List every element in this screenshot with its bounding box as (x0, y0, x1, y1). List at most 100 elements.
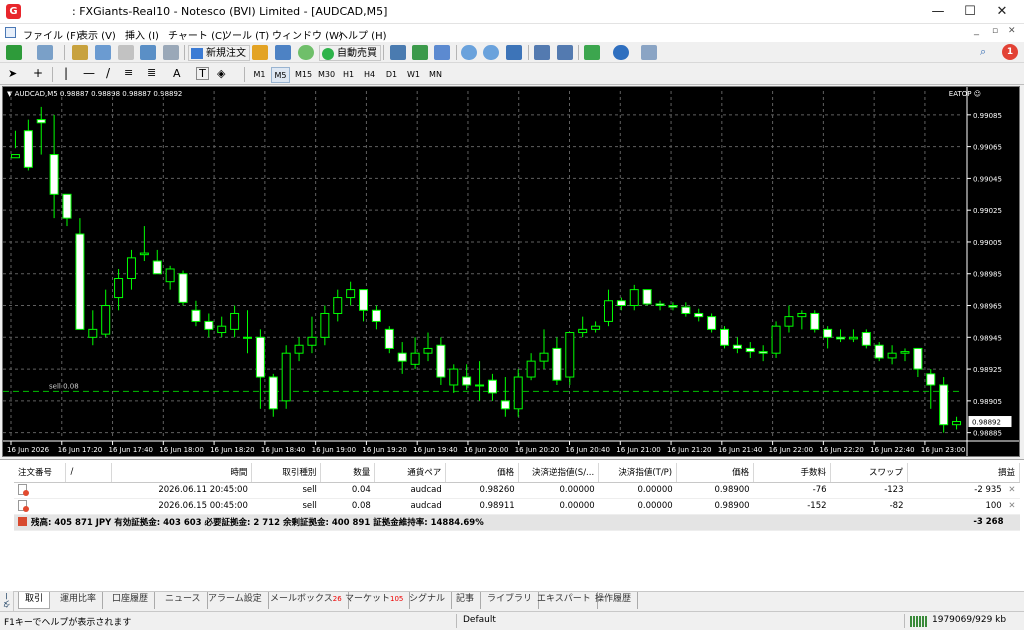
col-time[interactable]: 時間 (111, 463, 253, 483)
col-type[interactable]: 取引種別 (251, 463, 322, 483)
close-order-icon[interactable]: ✕ (1008, 501, 1015, 511)
order-take-profit[interactable]: 0.00000 (598, 482, 677, 499)
search-icon[interactable]: ⌕ (980, 45, 986, 59)
autoscroll-icon[interactable] (557, 45, 573, 60)
navigator-icon[interactable] (95, 45, 111, 60)
col-stop-loss[interactable]: 決済逆指値(S/... (518, 463, 600, 483)
tab-journal[interactable]: 操作履歴 (589, 592, 639, 609)
table-row[interactable]: 2026.06.15 00:45:00 sell 0.08 audcad 0.9… (14, 498, 1020, 515)
col-take-profit[interactable]: 決済指値(T/P) (598, 463, 678, 483)
shapes-icon[interactable]: ◈ (217, 67, 225, 80)
candle-body (359, 289, 369, 311)
vertical-line-icon[interactable]: | (64, 66, 68, 80)
col-open-price[interactable]: 価格 (445, 463, 520, 483)
candle-body (913, 347, 923, 370)
bar-chart-icon[interactable] (390, 45, 406, 60)
time-tick-label: 16 Jun 20:20 (515, 446, 559, 454)
terminal-icon[interactable] (140, 45, 156, 60)
close-button[interactable]: ✕ (986, 0, 1018, 24)
candle-body (36, 119, 46, 124)
timeframe-m30[interactable]: M30 (316, 67, 337, 83)
channel-icon[interactable]: ≡ (124, 66, 133, 79)
child-minimize-icon[interactable]: _ (974, 25, 979, 36)
price-chart[interactable]: ▼ AUDCAD,M5 0.98887 0.98898 0.98887 0.98… (2, 86, 1020, 457)
col-commission[interactable]: 手数料 (753, 463, 832, 483)
auto-trading-button[interactable]: 自動売買 (319, 45, 381, 61)
child-restore-icon[interactable]: ▫ (992, 26, 998, 36)
col-profit[interactable]: 損益 (907, 463, 1021, 483)
table-row[interactable]: 2026.06.11 20:45:00 sell 0.04 audcad 0.9… (14, 482, 1020, 499)
trendline-icon[interactable]: / (106, 66, 110, 80)
line-chart-icon[interactable] (434, 45, 450, 60)
signals-icon[interactable] (298, 45, 314, 60)
profiles-icon[interactable] (37, 45, 53, 60)
col-price[interactable]: 価格 (676, 463, 755, 483)
child-close-icon[interactable]: ✕ (1008, 26, 1016, 36)
tab-mailbox[interactable]: メールボックス26 (264, 592, 349, 609)
tab-signals[interactable]: シグナル (403, 592, 453, 609)
menu-file[interactable]: ファイル (F) (23, 27, 80, 42)
cursor-icon[interactable]: ➤ (8, 67, 17, 80)
close-order-icon[interactable]: ✕ (1008, 485, 1015, 495)
indicators-icon[interactable] (584, 45, 600, 60)
timeframe-d1[interactable]: D1 (382, 67, 401, 83)
data-window-icon[interactable] (118, 45, 134, 60)
candle-body (732, 344, 742, 349)
col-volume[interactable]: 数量 (320, 463, 376, 483)
document-icon[interactable] (5, 27, 16, 38)
candle-body (191, 309, 201, 322)
timeframe-h4[interactable]: H4 (360, 67, 379, 83)
maximize-button[interactable]: ☐ (954, 0, 986, 24)
notification-badge[interactable]: 1 (1002, 44, 1018, 60)
tab-trade[interactable]: 取引 (18, 592, 51, 609)
candlestick-icon[interactable] (412, 45, 428, 60)
market-watch-icon[interactable] (72, 45, 88, 60)
tab-news[interactable]: ニュース (159, 592, 208, 609)
text-icon[interactable]: A (173, 67, 181, 80)
order-stop-loss[interactable]: 0.00000 (518, 498, 599, 515)
col-swap[interactable]: スワップ (830, 463, 908, 483)
templates-icon[interactable] (641, 45, 657, 60)
col-symbol[interactable]: 通貨ペア (374, 463, 447, 483)
candle-body (371, 309, 381, 322)
chart-shift-icon[interactable] (534, 45, 550, 60)
zoom-out-icon[interactable] (483, 45, 499, 60)
fibonacci-icon[interactable]: ≣ (147, 66, 156, 79)
menu-window[interactable]: ウィンドウ (W) (272, 27, 343, 42)
timeframe-w1[interactable]: W1 (404, 67, 423, 83)
timeframe-m5[interactable]: M5 (271, 67, 290, 83)
zoom-in-icon[interactable] (461, 45, 477, 60)
menu-help[interactable]: ヘルプ (H) (338, 27, 387, 42)
menu-tools[interactable]: ツール (T) (222, 27, 269, 42)
menu-view[interactable]: 表示 (V) (78, 27, 116, 42)
periods-icon[interactable] (613, 45, 629, 60)
timeframe-m15[interactable]: M15 (293, 67, 314, 83)
tab-articles[interactable]: 記事 (450, 592, 482, 609)
menu-insert[interactable]: 挿入 (I) (125, 27, 159, 42)
tab-account-history[interactable]: 口座履歴 (106, 592, 156, 609)
new-chart-icon[interactable] (6, 45, 22, 60)
order-profit: -2 935 ✕ (907, 482, 1020, 499)
col-order-id[interactable]: 注文番号 (14, 463, 67, 483)
metaeditor-icon[interactable] (252, 45, 268, 60)
order-stop-loss[interactable]: 0.00000 (518, 482, 599, 499)
tab-alerts[interactable]: アラーム設定 (202, 592, 269, 609)
new-order-button[interactable]: 新規注文 (188, 45, 250, 61)
timeframe-m1[interactable]: M1 (250, 67, 269, 83)
menu-chart[interactable]: チャート (C) (168, 27, 226, 42)
connection-icon (910, 616, 928, 627)
tester-icon[interactable] (163, 45, 179, 60)
tab-exposure[interactable]: 運用比率 (54, 592, 104, 609)
horizontal-line-icon[interactable]: — (83, 66, 95, 80)
crosshair-icon[interactable]: + (33, 66, 43, 80)
minimize-button[interactable]: — (922, 0, 954, 24)
tile-windows-icon[interactable] (506, 45, 522, 60)
community-icon[interactable] (275, 45, 291, 60)
timeframe-mn[interactable]: MN (426, 67, 445, 83)
tab-market[interactable]: マーケット105 (339, 592, 411, 609)
text-label-icon[interactable]: T (196, 67, 209, 80)
tab-experts[interactable]: エキスパート (531, 592, 598, 609)
col-sort[interactable]: / (65, 463, 113, 483)
order-take-profit[interactable]: 0.00000 (598, 498, 677, 515)
timeframe-h1[interactable]: H1 (339, 67, 358, 83)
